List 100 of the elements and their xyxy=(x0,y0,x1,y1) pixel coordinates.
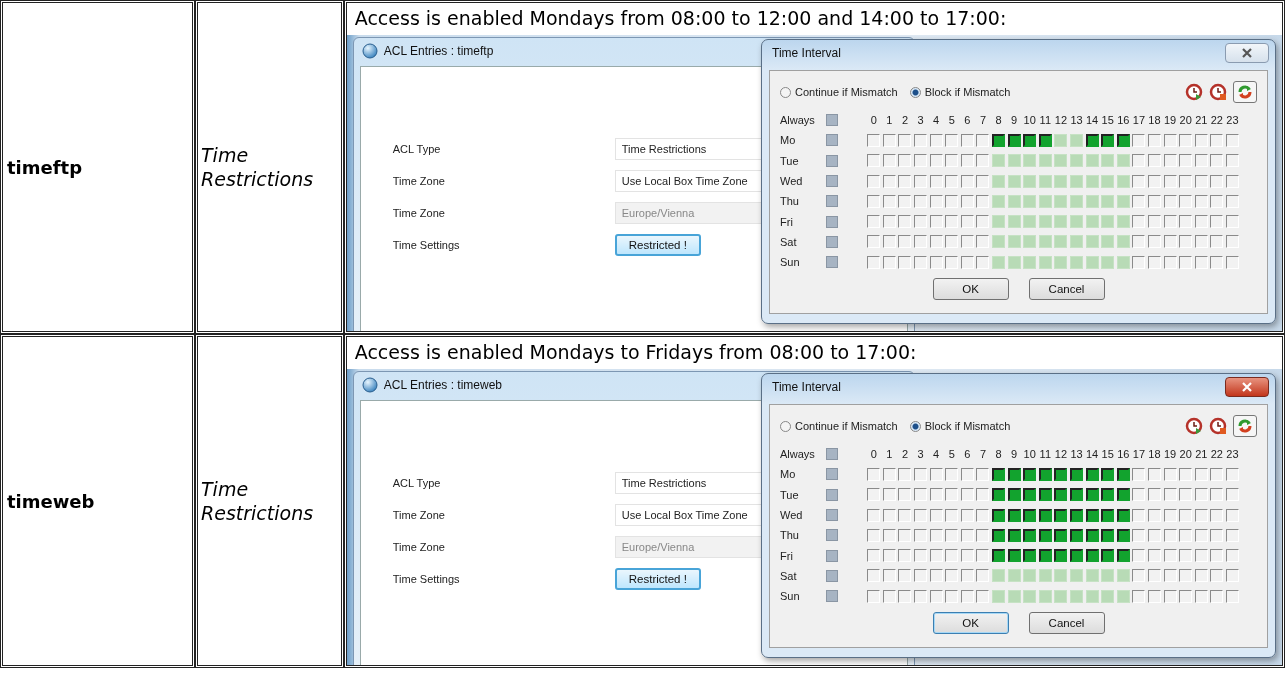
hour-slot[interactable] xyxy=(1007,528,1021,542)
hour-slot[interactable] xyxy=(992,508,1006,522)
day-toggle[interactable] xyxy=(826,509,838,522)
day-toggle[interactable] xyxy=(826,134,838,147)
dialog-button[interactable]: Cancel xyxy=(1028,278,1105,301)
field-label: Time Settings xyxy=(392,573,461,585)
hour-slot[interactable] xyxy=(992,549,1006,563)
hour-slot[interactable] xyxy=(1023,549,1037,563)
field-label: ACL Type xyxy=(392,143,442,155)
hour-slot[interactable] xyxy=(1023,528,1037,542)
hour-slot[interactable] xyxy=(1085,549,1099,563)
always-toggle[interactable] xyxy=(826,448,838,461)
hour-slot[interactable] xyxy=(1085,508,1099,522)
hour-slot[interactable] xyxy=(1101,467,1115,481)
radio-button[interactable] xyxy=(909,420,921,432)
window-title: ACL Entries : timeftp xyxy=(383,44,494,58)
caption: Access is enabled Mondays from 08:00 to 12:00 and 14:00 to 17:00: xyxy=(353,6,1008,31)
clock-icon[interactable] xyxy=(1185,417,1203,435)
hour-slot[interactable] xyxy=(1054,467,1068,481)
close-button[interactable] xyxy=(1225,43,1269,63)
radio-label[interactable]: Block if Mismatch xyxy=(924,420,1011,432)
always-toggle[interactable] xyxy=(826,114,838,127)
hour-slot[interactable] xyxy=(1007,133,1021,147)
hour-slot[interactable] xyxy=(1070,488,1083,502)
dialog-button[interactable]: Cancel xyxy=(1028,612,1105,635)
hour-slot[interactable] xyxy=(992,488,1006,502)
day-toggle[interactable] xyxy=(826,235,838,248)
hour-slot[interactable] xyxy=(1038,508,1052,522)
hour-slot[interactable] xyxy=(1070,467,1083,481)
hour-slot[interactable] xyxy=(992,528,1006,542)
hour-slot[interactable] xyxy=(1054,488,1068,502)
dialog-button[interactable]: OK xyxy=(932,612,1009,635)
hour-slot[interactable] xyxy=(1023,467,1037,481)
radio-label[interactable]: Continue if Mismatch xyxy=(795,420,898,432)
hour-slot[interactable] xyxy=(1038,528,1052,542)
hour-slot[interactable] xyxy=(1085,467,1099,481)
always-label: Always xyxy=(780,114,816,127)
refresh-button[interactable] xyxy=(1233,81,1257,103)
hour-slot[interactable] xyxy=(1038,488,1052,502)
clock-icon[interactable] xyxy=(1209,83,1227,101)
entry-type: Time Restrictions xyxy=(201,143,315,191)
hour-slot[interactable] xyxy=(1116,467,1130,481)
hour-slot[interactable] xyxy=(1085,133,1099,147)
clock-icon[interactable] xyxy=(1185,83,1203,101)
hour-slot[interactable] xyxy=(1116,528,1130,542)
hour-slot[interactable] xyxy=(1007,467,1021,481)
day-toggle[interactable] xyxy=(826,468,838,481)
restricted-button[interactable]: Restricted ! xyxy=(614,234,701,256)
close-button[interactable] xyxy=(1225,377,1269,397)
hour-slot[interactable] xyxy=(1101,488,1115,502)
hour-slot[interactable] xyxy=(1116,549,1130,563)
hour-slot[interactable] xyxy=(1023,133,1037,147)
radio-label[interactable]: Block if Mismatch xyxy=(924,86,1011,98)
day-toggle[interactable] xyxy=(826,215,838,228)
hour-slot[interactable] xyxy=(1101,528,1115,542)
hour-slot[interactable] xyxy=(1038,133,1052,147)
hour-slot[interactable] xyxy=(1070,508,1083,522)
hour-slot[interactable] xyxy=(1085,528,1099,542)
hour-slot[interactable] xyxy=(1101,133,1115,147)
hour-slot[interactable] xyxy=(1023,488,1037,502)
hour-slot[interactable] xyxy=(992,467,1006,481)
day-toggle[interactable] xyxy=(826,195,838,208)
radio-button[interactable] xyxy=(780,420,791,432)
hour-slot[interactable] xyxy=(1101,549,1115,563)
hour-slot[interactable] xyxy=(1007,488,1021,502)
hour-slot[interactable] xyxy=(1054,549,1068,563)
radio-button[interactable] xyxy=(909,86,921,98)
hour-slot[interactable] xyxy=(1038,549,1052,563)
day-toggle[interactable] xyxy=(826,154,838,167)
hour-slot[interactable] xyxy=(992,133,1006,147)
radio-label[interactable]: Continue if Mismatch xyxy=(795,86,898,98)
hour-slot[interactable] xyxy=(1054,508,1068,522)
day-toggle[interactable] xyxy=(826,590,838,603)
day-toggle[interactable] xyxy=(826,569,838,582)
hour-slot[interactable] xyxy=(1007,549,1021,563)
hour-slot[interactable] xyxy=(1116,133,1130,147)
day-toggle[interactable] xyxy=(826,549,838,562)
hour-label: 6 xyxy=(963,448,972,461)
hour-slot[interactable] xyxy=(1070,549,1083,563)
hour-slot[interactable] xyxy=(1038,467,1052,481)
hour-label: 9 xyxy=(1010,448,1019,461)
day-toggle[interactable] xyxy=(826,256,838,269)
hour-slot[interactable] xyxy=(1085,488,1099,502)
radio-button[interactable] xyxy=(780,86,791,98)
day-toggle[interactable] xyxy=(826,175,838,188)
hour-slot[interactable] xyxy=(1116,508,1130,522)
dialog-button[interactable]: OK xyxy=(932,278,1009,301)
refresh-button[interactable] xyxy=(1233,415,1257,437)
hour-slot[interactable] xyxy=(1070,528,1083,542)
hour-label: 21 xyxy=(1194,114,1209,127)
hour-slot[interactable] xyxy=(1007,508,1021,522)
hour-slot[interactable] xyxy=(1054,528,1068,542)
hour-slot[interactable] xyxy=(1116,488,1130,502)
hour-label: 17 xyxy=(1131,448,1146,461)
day-toggle[interactable] xyxy=(826,488,838,501)
hour-slot[interactable] xyxy=(1101,508,1115,522)
day-toggle[interactable] xyxy=(826,529,838,542)
restricted-button[interactable]: Restricted ! xyxy=(614,568,701,590)
clock-icon[interactable] xyxy=(1209,417,1227,435)
hour-slot[interactable] xyxy=(1023,508,1037,522)
